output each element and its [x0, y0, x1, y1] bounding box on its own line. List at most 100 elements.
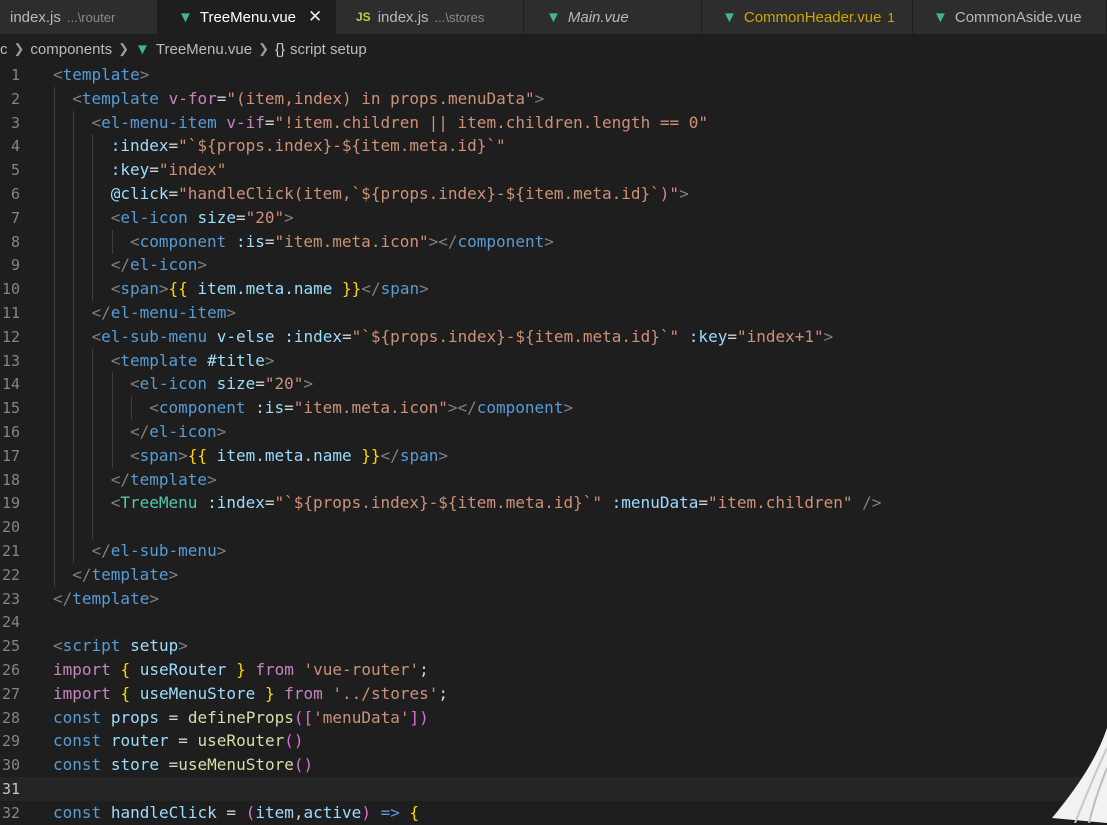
code-line[interactable]: 14 <el-icon size="20">: [0, 372, 1107, 396]
code-line[interactable]: 15 <component :is="item.meta.icon"></comp…: [0, 396, 1107, 420]
indent-guide: [92, 444, 94, 468]
indent-guide: [54, 206, 55, 230]
code-line[interactable]: 30 const store =useMenuStore(): [0, 753, 1107, 777]
code-line[interactable]: 3 <el-menu-item v-if="!item.children || i…: [0, 111, 1107, 135]
indent-guide: [54, 253, 55, 277]
code-text: </el-icon>: [129, 422, 227, 441]
code-line[interactable]: 2 <template v-for="(item,index) in props.…: [0, 87, 1107, 111]
line-number: 9: [10, 256, 20, 274]
code-line[interactable]: 28 const props = defineProps(['menuData']…: [0, 706, 1107, 730]
code-line[interactable]: 26 import { useRouter } from 'vue-router'…: [0, 658, 1107, 682]
code-editor[interactable]: 1 <template> 2 <template v-for="(item,index…: [0, 63, 1107, 823]
breadcrumb-item-folder[interactable]: c: [0, 41, 8, 58]
code-text: :key="index": [110, 160, 227, 179]
tab-index-js-router[interactable]: index.js ...\router: [0, 0, 158, 34]
indent-guide: [73, 349, 75, 373]
breadcrumb-item-symbol[interactable]: script setup: [290, 41, 367, 58]
tab-description: ...\stores: [434, 9, 485, 25]
indent-guide: [92, 230, 94, 254]
code-text: <span>{{ item.meta.name }}</span>: [129, 446, 448, 465]
code-line[interactable]: 1 <template>: [0, 63, 1107, 87]
code-line[interactable]: 32 const handleClick = (item,active) => {: [0, 801, 1107, 825]
code-text: <script setup>: [53, 636, 188, 655]
tab-commonheader-vue[interactable]: ▼ CommonHeader.vue 1: [702, 0, 913, 34]
code-text: <el-menu-item v-if="!item.children || it…: [91, 113, 708, 132]
code-line[interactable]: 21 </el-sub-menu>: [0, 539, 1107, 563]
code-line[interactable]: 13 <template #title>: [0, 349, 1107, 373]
indent-guide: [54, 325, 55, 349]
line-number: 27: [1, 685, 20, 703]
breadcrumb-item-file[interactable]: TreeMenu.vue: [156, 41, 252, 58]
indent-guide: [73, 539, 75, 563]
indent-guide: [73, 111, 75, 135]
indent-guide: [54, 301, 55, 325]
line-number: 23: [1, 590, 20, 608]
line-number: 10: [1, 280, 20, 298]
code-line[interactable]: 17 <span>{{ item.meta.name }}</span>: [0, 444, 1107, 468]
code-line[interactable]: 12 <el-sub-menu v-else :index="`${props.i…: [0, 325, 1107, 349]
code-text: <TreeMenu :index="`${props.index}-${item…: [110, 493, 882, 512]
code-line[interactable]: 19 <TreeMenu :index="`${props.index}-${it…: [0, 491, 1107, 515]
indent-guide: [73, 372, 75, 396]
vue-icon: ▼: [722, 8, 737, 26]
indent-guide: [111, 372, 113, 396]
code-line[interactable]: 6 @click="handleClick(item,`${props.index…: [0, 182, 1107, 206]
line-number: 28: [1, 709, 20, 727]
indent-guide: [73, 206, 75, 230]
tab-commonaside-vue[interactable]: ▼ CommonAside.vue: [913, 0, 1107, 34]
line-number: 14: [1, 375, 20, 393]
code-line[interactable]: 24: [0, 610, 1107, 634]
tab-label: index.js: [377, 8, 429, 26]
line-number: 15: [1, 399, 20, 417]
indent-guide: [130, 396, 132, 420]
code-line[interactable]: 7 <el-icon size="20">: [0, 206, 1107, 230]
code-line[interactable]: 5 :key="index": [0, 158, 1107, 182]
vue-icon: ▼: [135, 40, 150, 58]
code-line[interactable]: 11 </el-menu-item>: [0, 301, 1107, 325]
code-line[interactable]: 25 <script setup>: [0, 634, 1107, 658]
code-line[interactable]: 16 </el-icon>: [0, 420, 1107, 444]
line-number: 1: [10, 66, 20, 84]
code-text: <template #title>: [110, 351, 275, 370]
code-line[interactable]: 29 const router = useRouter(): [0, 729, 1107, 753]
code-line[interactable]: 27 import { useMenuStore } from '../store…: [0, 682, 1107, 706]
tab-label: Main.vue: [567, 8, 629, 26]
indent-guide: [92, 158, 94, 182]
indent-guide: [54, 539, 55, 563]
line-number: 11: [1, 304, 20, 322]
tab-label: CommonAside.vue: [954, 8, 1082, 26]
code-line[interactable]: 20: [0, 515, 1107, 539]
chevron-right-icon: ❯: [258, 41, 269, 56]
tab-label: CommonHeader.vue: [743, 8, 882, 26]
code-text: <template>: [53, 65, 150, 84]
indent-guide: [92, 134, 94, 158]
code-line[interactable]: 4:index="`${props.index}-${item.meta.id}…: [0, 134, 1107, 158]
tab-main-vue[interactable]: ▼ Main.vue: [524, 0, 702, 34]
code-line[interactable]: 8 <component :is="item.meta.icon"></compo…: [0, 230, 1107, 254]
code-line[interactable]: 31: [0, 777, 1107, 801]
indent-guide: [73, 277, 75, 301]
character-hair-decoration: [1052, 728, 1107, 823]
code-line[interactable]: 18 </template>: [0, 468, 1107, 492]
line-number: 18: [1, 471, 20, 489]
line-number: 5: [10, 161, 20, 179]
tab-index-js-stores[interactable]: JS index.js ...\stores: [336, 0, 524, 34]
code-text: @click="handleClick(item,`${props.index}…: [110, 184, 689, 203]
indent-guide: [54, 563, 55, 587]
code-line[interactable]: 22 </template>: [0, 563, 1107, 587]
indent-guide: [111, 444, 113, 468]
breadcrumb-item-components[interactable]: components: [30, 41, 112, 58]
code-line[interactable]: 9 </el-icon>: [0, 253, 1107, 277]
indent-guide: [73, 253, 75, 277]
close-icon[interactable]: ✕: [308, 7, 322, 27]
line-number: 30: [1, 756, 20, 774]
tab-treemenu-vue[interactable]: ▼ TreeMenu.vue ✕: [158, 0, 336, 34]
indent-guide: [92, 420, 94, 444]
indent-guide: [73, 491, 75, 515]
indent-guide: [73, 301, 75, 325]
code-text: :index="`${props.index}-${item.meta.id}`…: [110, 136, 506, 155]
code-line[interactable]: 23 </template>: [0, 587, 1107, 611]
indent-guide: [54, 277, 55, 301]
code-line[interactable]: 10 <span>{{ item.meta.name }}</span>: [0, 277, 1107, 301]
indent-guide: [54, 372, 55, 396]
